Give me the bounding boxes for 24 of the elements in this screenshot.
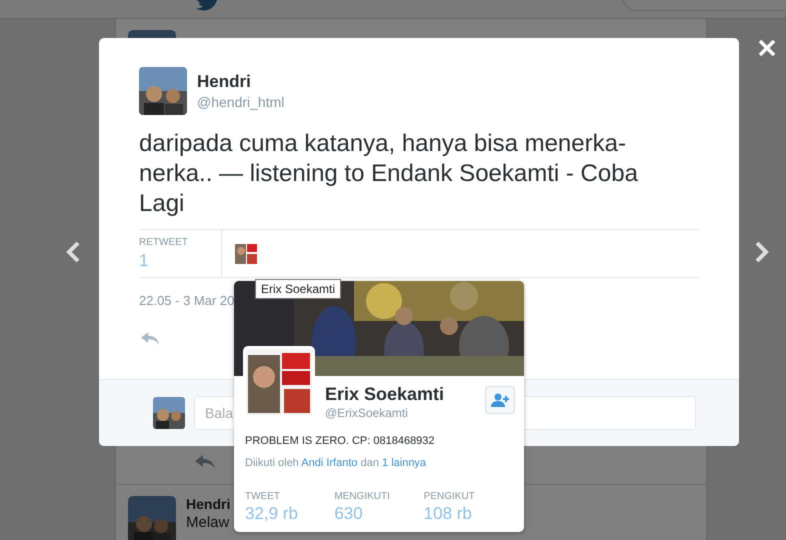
followed-by-text: Diikuti oleh Andi Irfanto dan 1 lainnya <box>245 457 428 469</box>
author-name[interactable]: Hendri <box>197 72 284 92</box>
close-icon[interactable] <box>758 39 776 57</box>
stat-value[interactable]: 108 rb <box>424 504 513 524</box>
profile-link[interactable]: Andi Irfanto <box>301 457 358 469</box>
stat-label: MENGIKUTI <box>334 491 391 502</box>
stat-value[interactable]: 1 <box>139 251 221 271</box>
author-handle[interactable]: @hendri_html <box>197 94 284 110</box>
stat-label: TWEET <box>245 491 281 502</box>
tooltip: Erix Soekamti <box>255 279 342 299</box>
tweet-text: Melaw <box>186 514 230 531</box>
stat-label: PENGIKUT <box>424 491 476 502</box>
stat-value[interactable]: 32,9 rb <box>245 504 334 524</box>
person-plus-icon <box>491 393 509 407</box>
stat-label: RETWEET <box>139 237 189 248</box>
author-name[interactable]: Hendri <box>186 496 230 512</box>
reply-icon[interactable] <box>195 455 215 469</box>
tweet-text: daripada cuma katanya, hanya bisa menerka-nerka.. — listening to Endank Soekamti - Coba Lagi <box>139 129 639 219</box>
tweet-timestamp: 22.05 - 3 Mar 20 <box>139 293 236 308</box>
follow-button[interactable] <box>485 386 515 414</box>
profile-link[interactable]: 1 lainnya <box>382 457 426 469</box>
stat-value[interactable]: 630 <box>334 504 424 524</box>
profile-bio: PROBLEM IS ZERO. CP: 0818468932 <box>245 435 436 447</box>
reply-icon[interactable] <box>141 332 159 345</box>
